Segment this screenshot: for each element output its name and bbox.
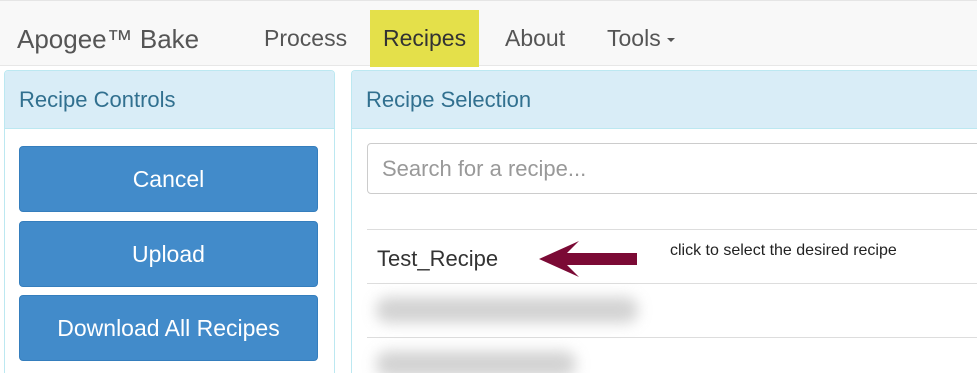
brand-logo[interactable]: Apogee™ Bake	[17, 23, 199, 55]
nav-about[interactable]: About	[492, 10, 578, 67]
nav-process[interactable]: Process	[251, 10, 360, 67]
download-all-recipes-button[interactable]: Download All Recipes	[19, 295, 318, 361]
caret-down-icon	[666, 37, 675, 42]
recipe-selection-panel: Recipe Selection Test_Recipe click to se…	[351, 70, 977, 373]
recipe-item-test[interactable]: Test_Recipe	[377, 246, 498, 272]
blurred-recipe-item[interactable]	[376, 297, 638, 323]
nav-tools-label: Tools	[607, 25, 661, 51]
list-divider	[367, 283, 977, 284]
recipe-controls-panel: Recipe Controls Cancel Upload Download A…	[4, 70, 335, 373]
nav-recipes-label: Recipes	[383, 25, 467, 51]
nav-tools-dropdown[interactable]: Tools	[594, 10, 688, 67]
list-divider	[367, 229, 977, 230]
recipe-selection-heading: Recipe Selection	[352, 71, 977, 129]
annotation-text: click to select the desired recipe	[670, 242, 897, 259]
cancel-button[interactable]: Cancel	[19, 146, 318, 212]
recipe-search-input[interactable]	[367, 143, 977, 194]
nav-process-label: Process	[264, 25, 348, 51]
recipe-controls-heading: Recipe Controls	[5, 71, 334, 129]
nav-about-label: About	[505, 25, 566, 51]
annotation-arrow-icon	[539, 241, 637, 277]
nav-recipes[interactable]: Recipes	[370, 10, 480, 67]
navbar: Apogee™ Bake Process Recipes About Tools	[0, 0, 977, 67]
upload-button[interactable]: Upload	[19, 221, 318, 287]
list-divider	[367, 337, 977, 338]
blurred-recipe-item[interactable]	[376, 351, 576, 373]
